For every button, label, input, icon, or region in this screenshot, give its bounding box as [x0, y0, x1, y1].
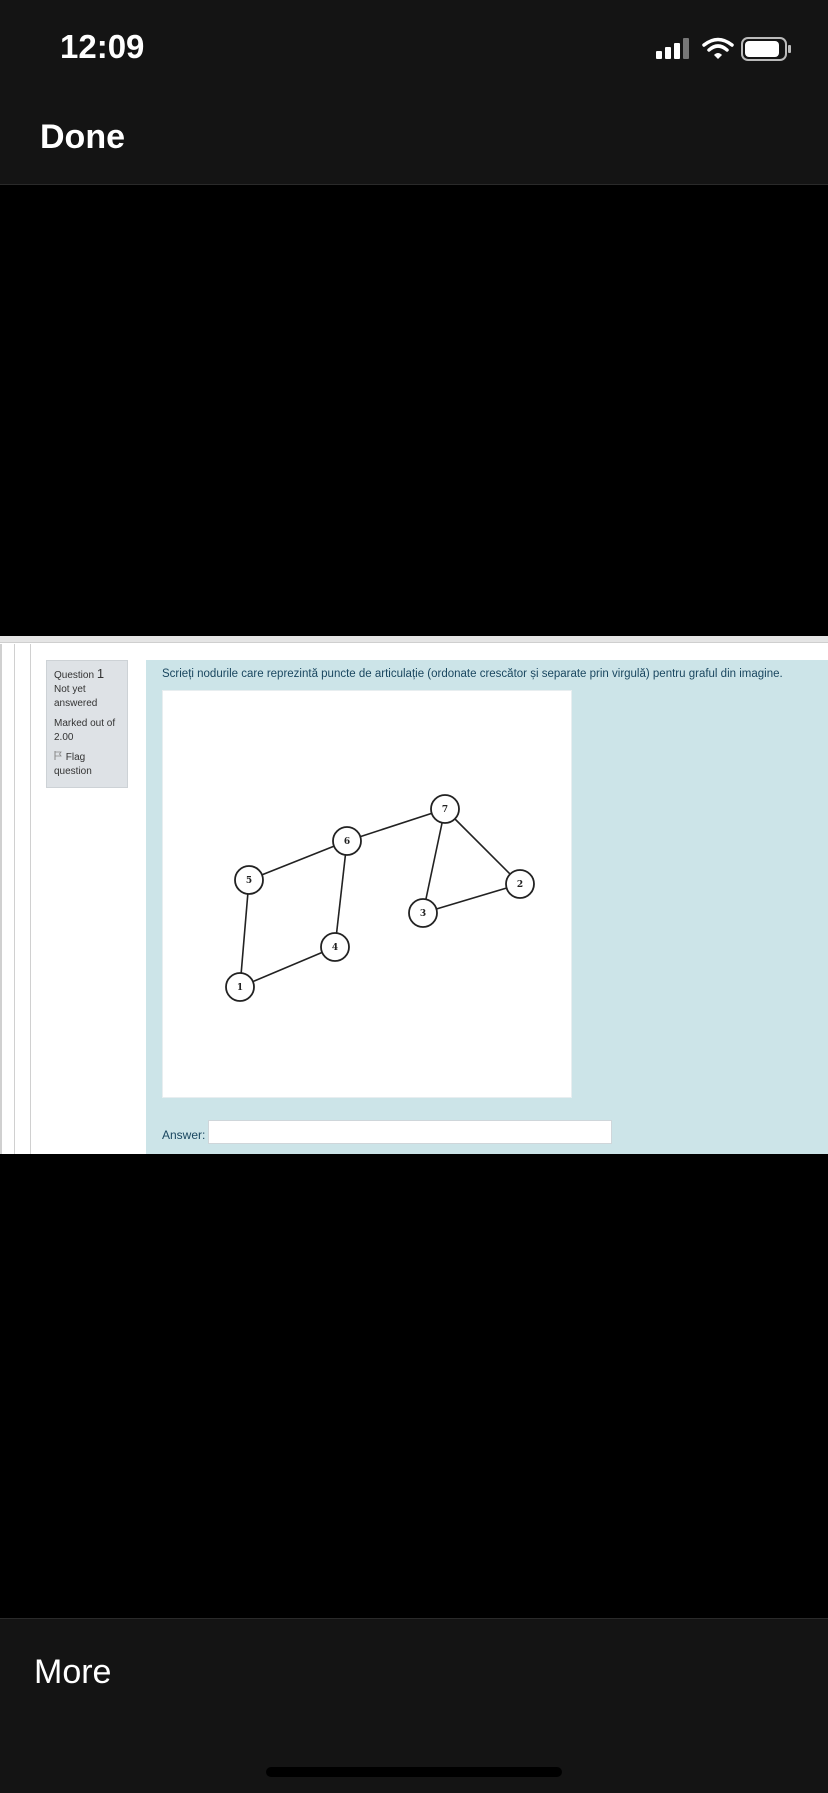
page-top-border [0, 636, 828, 643]
question-status: Not yet answered [54, 684, 98, 709]
quiz-screenshot: Question 1 Not yet answered Marked out o… [0, 636, 828, 1154]
graph-edge [248, 840, 348, 881]
question-info-panel: Question 1 Not yet answered Marked out o… [46, 660, 128, 788]
node-label: 4 [332, 943, 338, 953]
question-number-value: 1 [96, 666, 105, 681]
battery-icon [741, 37, 791, 61]
node-label: 3 [420, 909, 426, 919]
page-left-border [0, 644, 2, 1154]
page-left-border [14, 644, 15, 1154]
status-icons [654, 36, 794, 62]
status-bar: 12:09 [0, 0, 828, 100]
more-button[interactable]: More [34, 1653, 111, 1692]
question-grade: Marked out of 2.00 [54, 718, 116, 743]
graph-image: 1 5 6 4 7 3 2 [162, 690, 572, 1098]
done-button[interactable]: Done [40, 118, 125, 157]
graph-edge [444, 808, 521, 885]
graph-edge [422, 808, 446, 914]
wifi-icon [702, 37, 734, 59]
node-label: 7 [442, 805, 448, 815]
page-left-border [30, 644, 31, 1154]
graph-edge [422, 883, 521, 914]
graph-edge [239, 946, 336, 988]
graph-diagram: 1 5 6 4 7 3 2 [225, 794, 535, 1002]
bottom-bar: More [0, 1618, 828, 1793]
question-number: Question 1 [54, 667, 120, 683]
answer-label: Answer: [162, 1128, 206, 1142]
home-indicator[interactable] [266, 1767, 562, 1777]
node-label: 6 [344, 837, 350, 847]
question-prefix: Question [54, 670, 95, 681]
graph-edge [346, 808, 446, 842]
flag-icon [54, 751, 62, 760]
node-label: 2 [517, 880, 523, 890]
question-content: Scrieți nodurile care reprezintă puncte … [146, 660, 828, 1154]
node-label: 5 [246, 876, 252, 886]
question-text: Scrieți nodurile care reprezintă puncte … [162, 668, 783, 680]
top-bar: Done [0, 100, 828, 185]
signal-icon [656, 38, 689, 59]
answer-input[interactable] [208, 1120, 612, 1144]
flag-question-button[interactable]: Flag question [54, 751, 120, 779]
graph-edge [239, 879, 250, 988]
status-time: 12:09 [60, 28, 145, 65]
node-label: 1 [237, 983, 243, 993]
graph-edge [334, 840, 348, 948]
